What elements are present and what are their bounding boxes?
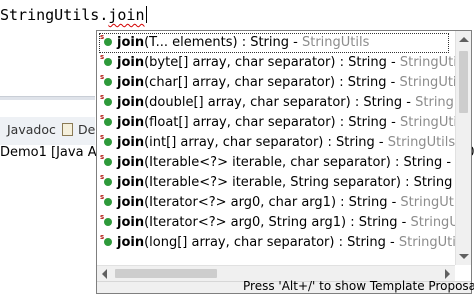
static-badge-icon: s	[100, 213, 105, 221]
scroll-up-arrow-icon[interactable]	[459, 37, 469, 42]
scroll-down-arrow-icon[interactable]	[459, 254, 469, 259]
proposal-label: join(T... elements) : String - StringUti…	[117, 33, 369, 53]
method-signature: (Iterable<?> iterable, String separator)…	[144, 175, 455, 190]
static-badge-icon: s	[100, 93, 105, 101]
method-signature: (T... elements) : String -	[144, 35, 302, 50]
proposal-item[interactable]: s join(byte[] array, char separator) : St…	[97, 53, 455, 73]
public-static-method-icon	[104, 158, 112, 166]
proposal-item[interactable]: s join(int[] array, char separator) : Str…	[97, 133, 455, 153]
declaring-type: StringUtils	[387, 135, 455, 150]
declaration-icon	[62, 123, 73, 136]
static-badge-icon: s	[100, 113, 105, 121]
declaring-type: StringUtils	[301, 35, 370, 50]
content-assist-popup[interactable]: s join(T... elements) : String - StringUt…	[96, 30, 474, 294]
tab-declaration[interactable]: De	[78, 122, 95, 137]
horizontal-scroll-thumb[interactable]	[115, 269, 217, 278]
declaring-type: StringUti	[410, 215, 455, 230]
proposal-label: join(byte[] array, char separator) : Str…	[117, 53, 455, 73]
editor-typed-text: join	[108, 6, 145, 24]
declaring-type: StringUti	[415, 95, 455, 110]
proposal-label: join(float[] array, char separator) : St…	[117, 113, 455, 133]
method-name: join	[117, 75, 145, 90]
method-signature: (Iterator<?> arg0, String arg1) : String…	[144, 215, 411, 230]
editor-bottom-divider	[0, 96, 95, 100]
vertical-scroll-thumb[interactable]	[459, 51, 468, 113]
public-static-method-icon	[104, 98, 112, 106]
public-static-method-icon	[104, 58, 112, 66]
method-name: join	[117, 195, 145, 210]
public-static-method-icon	[104, 238, 112, 246]
declaring-type: StringUtils	[399, 75, 455, 90]
declaring-type: StringUtils	[398, 235, 455, 250]
declaring-type: StringUtils	[400, 195, 455, 210]
proposal-label: join(Iterator<?> arg0, char arg1) : Stri…	[117, 193, 455, 213]
method-name: join	[117, 55, 145, 70]
vertical-scrollbar[interactable]	[455, 31, 471, 265]
static-badge-icon: s	[100, 233, 105, 241]
proposal-item[interactable]: s join(Iterable<?> iterable, char separat…	[97, 153, 455, 173]
public-static-method-icon	[104, 78, 112, 86]
tab-javadoc[interactable]: Javadoc	[7, 122, 56, 137]
method-name: join	[117, 175, 145, 190]
proposal-label: join(Iterable<?> iterable, String separa…	[117, 173, 455, 193]
method-signature: (Iterator<?> arg0, char arg1) : String -	[144, 195, 401, 210]
proposal-label: join(int[] array, char separator) : Stri…	[117, 133, 455, 153]
proposal-list[interactable]: s join(T... elements) : String - StringUt…	[97, 31, 455, 265]
proposal-item[interactable]: s join(long[] array, char separator) : St…	[97, 233, 455, 253]
method-name: join	[117, 235, 145, 250]
public-static-method-icon	[104, 38, 112, 46]
method-signature: (double[] array, char separator) : Strin…	[144, 95, 416, 110]
method-name: join	[117, 115, 145, 130]
method-signature: (float[] array, char separator) : String…	[144, 115, 401, 130]
proposal-item[interactable]: s join(float[] array, char separator) : S…	[97, 113, 455, 133]
method-signature: (long[] array, char separator) : String …	[144, 235, 399, 250]
template-proposals-hint[interactable]: Press 'Alt+/' to show Template Proposals	[243, 279, 474, 293]
method-name: join	[117, 35, 145, 50]
declaring-type: StringUtils	[400, 115, 455, 130]
public-static-method-icon	[104, 178, 112, 186]
method-signature: (int[] array, char separator) : String -	[144, 135, 388, 150]
static-badge-icon: s	[100, 53, 105, 61]
proposal-label: join(Iterable<?> iterable, char separato…	[117, 153, 455, 173]
method-name: join	[117, 135, 145, 150]
popup-status-bar: Press 'Alt+/' to show Template Proposals	[97, 279, 474, 293]
proposal-item[interactable]: s join(double[] array, char separator) : …	[97, 93, 455, 113]
method-name: join	[117, 95, 145, 110]
proposal-item[interactable]: s join(Iterator<?> arg0, String arg1) : S…	[97, 213, 455, 233]
proposal-item[interactable]: s join(Iterable<?> iterable, String separ…	[97, 173, 455, 193]
proposal-label: join(Iterator<?> arg0, String arg1) : St…	[117, 213, 455, 233]
editor-code-line[interactable]: StringUtils.join	[0, 2, 147, 28]
static-badge-icon: s	[100, 173, 105, 181]
proposal-label: join(double[] array, char separator) : S…	[117, 93, 455, 113]
proposal-label: join(long[] array, char separator) : Str…	[117, 233, 455, 253]
method-signature: (byte[] array, char separator) : String …	[144, 55, 400, 70]
proposal-item[interactable]: s join(T... elements) : String - StringUt…	[97, 33, 455, 53]
static-badge-icon: s	[100, 133, 105, 141]
console-launch-label: Demo1 [Java Ap	[0, 145, 105, 160]
text-caret	[145, 6, 147, 23]
declaring-type: StringUtils	[399, 55, 455, 70]
method-signature: (char[] array, char separator) : String …	[144, 75, 400, 90]
public-static-method-icon	[104, 138, 112, 146]
public-static-method-icon	[104, 118, 112, 126]
scroll-left-arrow-icon[interactable]	[102, 269, 107, 279]
proposal-item[interactable]: s join(char[] array, char separator) : St…	[97, 73, 455, 93]
method-signature: (Iterable<?> iterable, char separator) :…	[144, 155, 455, 170]
scroll-right-arrow-icon[interactable]	[445, 269, 450, 279]
proposal-item[interactable]: s join(Iterator<?> arg0, char arg1) : Str…	[97, 193, 455, 213]
public-static-method-icon	[104, 198, 112, 206]
static-badge-icon: s	[100, 73, 105, 81]
static-badge-icon: s	[100, 153, 105, 161]
editor-code-text: StringUtils.join	[0, 6, 145, 24]
method-name: join	[117, 155, 145, 170]
static-badge-icon: s	[100, 33, 105, 41]
method-name: join	[117, 215, 145, 230]
public-static-method-icon	[104, 218, 112, 226]
proposal-label: join(char[] array, char separator) : Str…	[117, 73, 455, 93]
static-badge-icon: s	[100, 193, 105, 201]
